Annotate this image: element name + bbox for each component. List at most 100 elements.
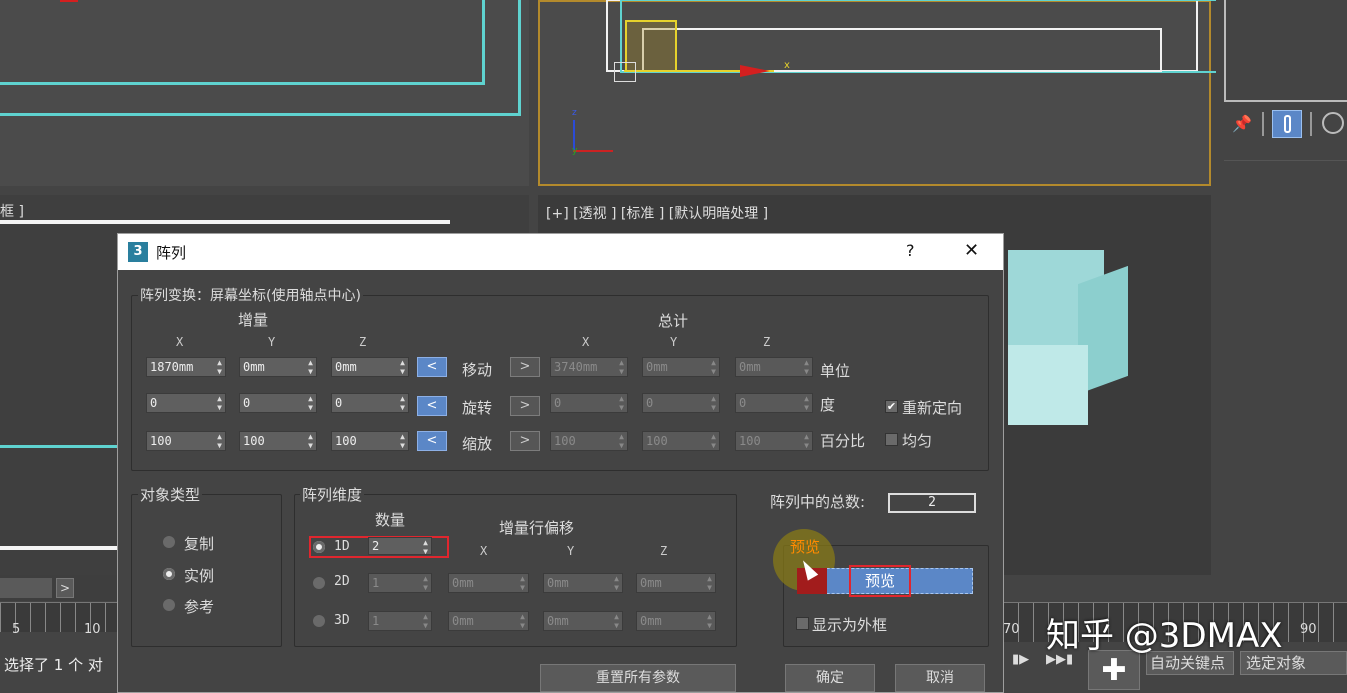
uniform-checkbox[interactable]	[885, 433, 898, 446]
scale-right-button[interactable]: >	[510, 431, 540, 451]
scale-inc-y[interactable]: 100 ▲ ▼	[239, 431, 317, 451]
transform-group-title: 阵列变换：屏幕坐标(使用轴点中心)	[138, 285, 363, 305]
inc-y-header: Y	[268, 335, 276, 349]
time-next-button[interactable]: >	[56, 578, 74, 598]
move-inc-y[interactable]: 0mm ▲ ▼	[239, 357, 317, 377]
offset-y-header: Y	[567, 544, 575, 558]
configure-sets-icon[interactable]	[1322, 112, 1344, 134]
rotate-total-y[interactable]: 0 ▲ ▼	[642, 393, 720, 413]
pin-icon[interactable]: 📌	[1232, 114, 1252, 133]
perspective-label: [+] [透视 ] [标准 ] [默认明暗处理 ]	[546, 206, 769, 222]
1d-count[interactable]: 2 ▲ ▼	[368, 537, 432, 555]
move-right-button[interactable]: >	[510, 357, 540, 377]
3d-offset-x[interactable]: 0mm ▲ ▼	[448, 611, 529, 631]
tick-label-90: 90	[1300, 622, 1317, 637]
reorient-checkbox[interactable]: ✔	[885, 400, 898, 413]
move-inc-z[interactable]: 0mm ▲ ▼	[331, 357, 409, 377]
tot-z-header: Z	[763, 335, 771, 349]
tick-label-70: 70	[1003, 622, 1020, 637]
watermark: 知乎 @3DMAX	[1046, 616, 1283, 656]
copy-radio[interactable]	[163, 536, 175, 548]
scale-total-x[interactable]: 100 ▲ ▼	[550, 431, 628, 451]
reorient-label: 重新定向	[902, 399, 963, 417]
gizmo-x-axis	[573, 150, 613, 152]
rotate-total-x[interactable]: 0 ▲ ▼	[550, 393, 628, 413]
viewport-top-right[interactable]: x z y	[538, 0, 1218, 186]
play-button[interactable]: ▮▶	[1012, 652, 1029, 667]
move-inc-x[interactable]: 1870mm ▲ ▼	[146, 357, 226, 377]
2d-offset-z[interactable]: 0mm ▲ ▼	[636, 573, 716, 593]
close-icon[interactable]: ✕	[964, 240, 979, 261]
viewport-top-left[interactable]	[0, 0, 529, 186]
tick-label-10: 10	[84, 622, 101, 637]
rotate-right-button[interactable]: >	[510, 396, 540, 416]
scale-unit: 百分比	[820, 432, 866, 450]
rotate-inc-z[interactable]: 0 ▲ ▼	[331, 393, 409, 413]
cyan-inner-bottom	[0, 82, 485, 85]
copy-label: 复制	[184, 535, 215, 553]
scale-inc-z[interactable]: 100 ▲ ▼	[331, 431, 409, 451]
offset-x-header: X	[480, 544, 488, 558]
command-panel	[1216, 0, 1347, 686]
3d-offset-y[interactable]: 0mm ▲ ▼	[543, 611, 623, 631]
panel-separator-2	[1310, 112, 1312, 136]
inc-x-header: X	[176, 335, 184, 349]
rotate-inc-y[interactable]: 0 ▲ ▼	[239, 393, 317, 413]
scale-total-z[interactable]: 100 ▲ ▼	[735, 431, 813, 451]
time-slider[interactable]	[0, 578, 52, 598]
cyan-outline	[0, 0, 521, 116]
incremental-label: 增量	[238, 311, 269, 329]
2d-count[interactable]: 1 ▲ ▼	[368, 573, 432, 593]
rotate-left-button[interactable]: <	[417, 396, 447, 416]
inc-z-header: Z	[359, 335, 367, 349]
instance-label: 实例	[184, 567, 215, 585]
reference-radio[interactable]	[163, 599, 175, 611]
object-type-title: 对象类型	[138, 484, 203, 505]
move-unit: 单位	[820, 362, 851, 380]
uniform-label: 均匀	[902, 432, 933, 450]
2d-label: 2D	[334, 574, 350, 589]
2d-offset-x[interactable]: 0mm ▲ ▼	[448, 573, 529, 593]
reset-all-button[interactable]: 重置所有参数	[540, 664, 736, 692]
panel-frame	[1224, 0, 1347, 102]
move-label: 移动	[462, 361, 493, 379]
3d-count[interactable]: 1 ▲ ▼	[368, 611, 432, 631]
2d-offset-y[interactable]: 0mm ▲ ▼	[543, 573, 623, 593]
move-left-button[interactable]: <	[417, 357, 447, 377]
tot-y-header: Y	[670, 335, 678, 349]
rotate-total-z[interactable]: 0 ▲ ▼	[735, 393, 813, 413]
x-axis-arrowhead	[740, 65, 770, 77]
move-total-y[interactable]: 0mm ▲ ▼	[642, 357, 720, 377]
rotate-label: 旋转	[462, 399, 493, 417]
3d-label: 3D	[334, 613, 350, 628]
scale-inc-x[interactable]: 100 ▲ ▼	[146, 431, 226, 451]
cyan-inner-line	[482, 0, 485, 85]
sofa-seat	[1008, 345, 1088, 425]
axis-x-label: x	[784, 60, 790, 71]
2d-radio[interactable]	[313, 577, 325, 589]
panel-separator	[1262, 112, 1264, 136]
preview-button-label[interactable]: 预览	[849, 565, 911, 597]
cancel-button[interactable]: 取消	[895, 664, 985, 692]
dialog-titlebar[interactable]	[118, 234, 1003, 270]
viewport-label: 框 ]	[0, 204, 24, 220]
1d-radio[interactable]	[313, 541, 325, 553]
3d-radio[interactable]	[313, 615, 325, 627]
3d-offset-z[interactable]: 0mm ▲ ▼	[636, 611, 716, 631]
scale-total-y[interactable]: 100 ▲ ▼	[642, 431, 720, 451]
cyan-frame	[0, 445, 130, 448]
1d-label: 1D	[334, 539, 350, 554]
tot-x-header: X	[582, 335, 590, 349]
rotate-inc-x[interactable]: 0 ▲ ▼	[146, 393, 226, 413]
pivot-box	[614, 62, 636, 82]
help-button[interactable]: ?	[906, 241, 915, 260]
scale-label: 缩放	[462, 435, 493, 453]
scale-left-button[interactable]: <	[417, 431, 447, 451]
display-as-box-checkbox[interactable]	[796, 617, 809, 630]
ok-button[interactable]: 确定	[785, 664, 875, 692]
move-total-z[interactable]: 0mm ▲ ▼	[735, 357, 813, 377]
move-total-x[interactable]: 3740mm ▲ ▼	[550, 357, 628, 377]
white-inner	[642, 28, 1162, 72]
instance-radio[interactable]	[163, 568, 175, 580]
display-as-box-label: 显示为外框	[812, 616, 888, 634]
